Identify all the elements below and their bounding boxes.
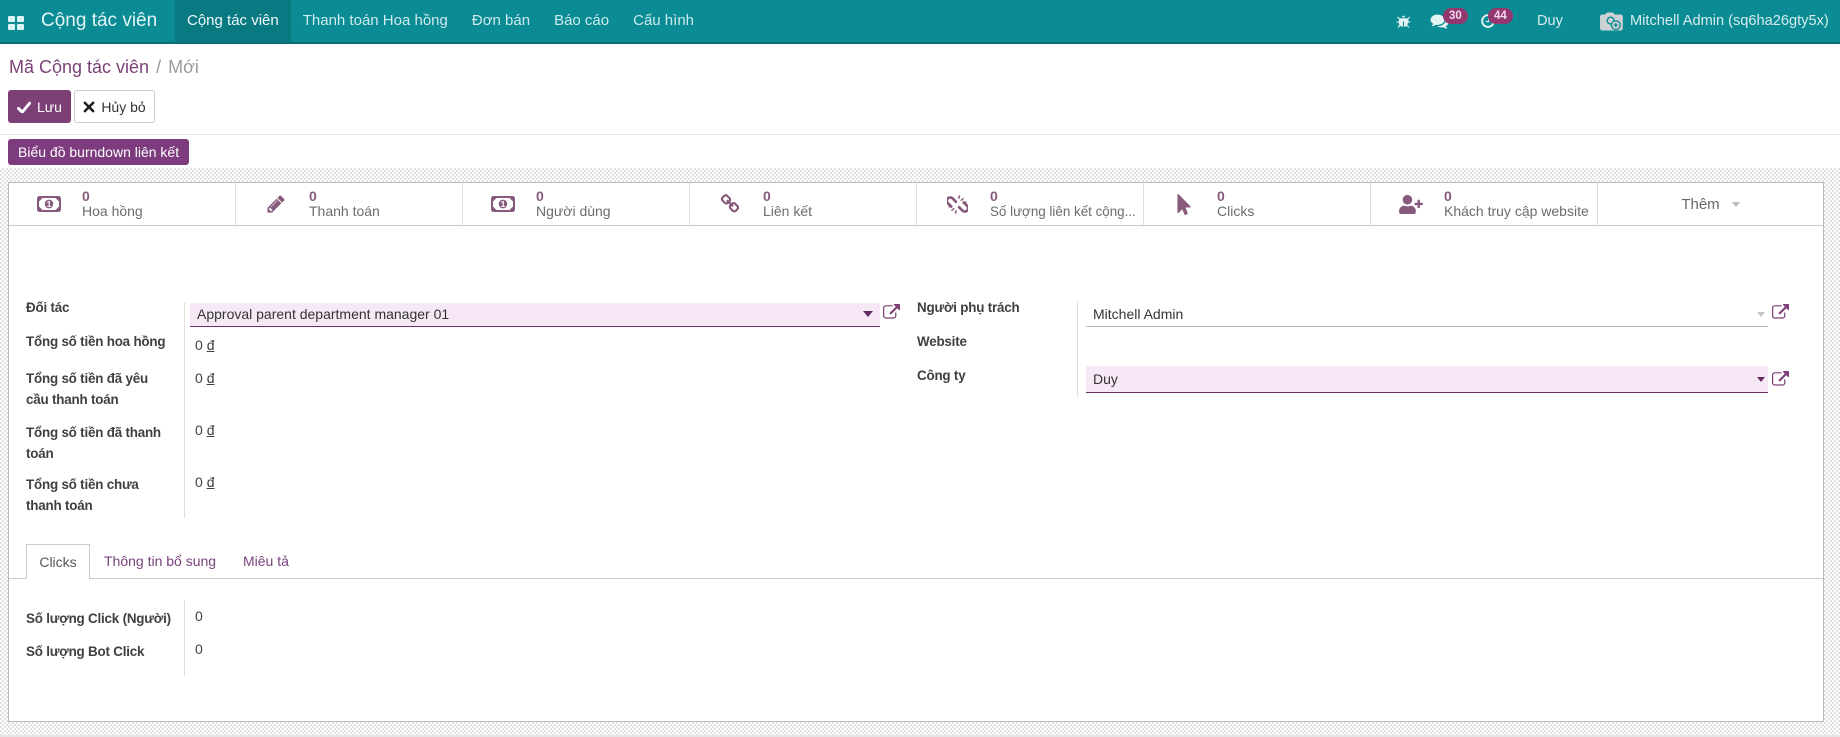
svg-text:1: 1: [501, 199, 506, 209]
svg-text:1: 1: [47, 199, 52, 209]
